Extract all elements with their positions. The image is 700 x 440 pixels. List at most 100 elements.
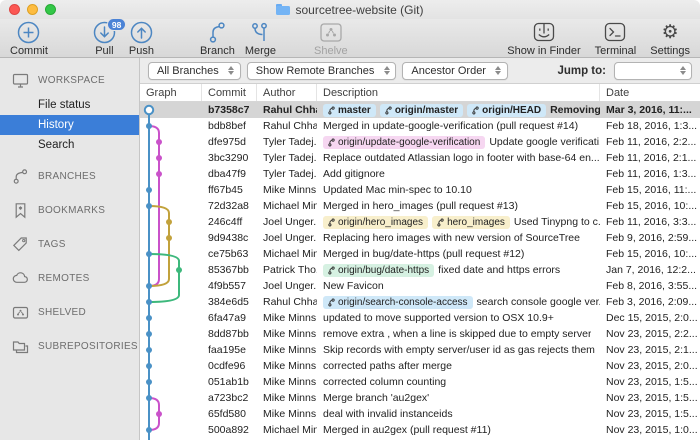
jump-to-combobox[interactable] bbox=[614, 62, 692, 80]
table-row[interactable]: ff67b45Mike Minns...Updated Mac min-spec… bbox=[140, 182, 700, 198]
commit-hash: ce75b63 bbox=[202, 246, 257, 262]
commit-author: Mike Minns... bbox=[257, 406, 317, 422]
table-row[interactable]: dba47f9Tyler Tadej...Add gitignoreFeb 11… bbox=[140, 166, 700, 182]
sidebar-item-label: File status bbox=[38, 99, 90, 111]
sidebar: WORKSPACE File status History Search BRA… bbox=[0, 58, 140, 440]
commit-author: Mike Minns... bbox=[257, 358, 317, 374]
chevron-updown-icon bbox=[381, 66, 392, 75]
zoom-button[interactable] bbox=[45, 4, 56, 15]
column-header-author[interactable]: Author bbox=[257, 84, 317, 101]
graph-cell bbox=[140, 310, 202, 326]
commit-date: Feb 8, 2016, 3:55... bbox=[600, 278, 700, 294]
table-row[interactable]: 051ab1bMike Minns...corrected column cou… bbox=[140, 374, 700, 390]
shelve-button[interactable]: Shelve bbox=[314, 20, 348, 57]
table-row[interactable]: 85367bbPatrick Tho...origin/bug/date-htt… bbox=[140, 262, 700, 278]
sidebar-section-label: BRANCHES bbox=[38, 171, 96, 182]
table-row[interactable]: 3bc3290Tyler Tadej...Replace outdated At… bbox=[140, 150, 700, 166]
sidebar-section-branches[interactable]: BRANCHES bbox=[0, 161, 139, 191]
commit-date: Nov 23, 2015, 2:1... bbox=[600, 342, 700, 358]
sidebar-section-shelved[interactable]: SHELVED bbox=[0, 297, 139, 327]
table-row[interactable]: 0cdfe96Mike Minns...corrected paths afte… bbox=[140, 358, 700, 374]
table-row[interactable]: dfe975dTyler Tadej...origin/update-googl… bbox=[140, 134, 700, 150]
commit-button[interactable]: Commit bbox=[10, 20, 48, 57]
commit-hash: 500a892 bbox=[202, 422, 257, 438]
commit-description: Replace outdated Atlassian logo in foote… bbox=[317, 150, 600, 166]
sidebar-item-label: History bbox=[38, 119, 74, 131]
commit-date: Feb 11, 2016, 2:1... bbox=[600, 150, 700, 166]
branch-button[interactable]: Branch bbox=[200, 20, 235, 57]
settings-button[interactable]: ⚙ Settings bbox=[650, 20, 690, 57]
settings-label: Settings bbox=[650, 45, 690, 57]
commit-message: Replace outdated Atlassian logo in foote… bbox=[323, 152, 600, 164]
commit-date: Nov 23, 2015, 1:5... bbox=[600, 374, 700, 390]
commit-message: Replacing hero images with new version o… bbox=[323, 232, 580, 244]
branch-badge: origin/bug/date-https bbox=[323, 264, 434, 277]
merge-button[interactable]: Merge bbox=[245, 20, 276, 57]
table-row[interactable]: 9d9438cJoel Unger...Replacing hero image… bbox=[140, 230, 700, 246]
graph-cell bbox=[140, 150, 202, 166]
table-row[interactable]: ce75b63Michael Min...Merged in bug/date-… bbox=[140, 246, 700, 262]
commit-date: Mar 3, 2016, 11:... bbox=[600, 102, 700, 118]
pull-icon: 98 bbox=[92, 20, 117, 45]
table-row[interactable]: bdb8befRahul Chhab...Merged in update-go… bbox=[140, 118, 700, 134]
table-row[interactable]: 72d32a8Michael Min...Merged in hero_imag… bbox=[140, 198, 700, 214]
graph-cell bbox=[140, 294, 202, 310]
graph-cell bbox=[140, 262, 202, 278]
table-header: Graph Commit Author Description Date bbox=[140, 84, 700, 102]
graph-cell bbox=[140, 230, 202, 246]
column-header-description[interactable]: Description bbox=[317, 84, 600, 101]
cloud-icon bbox=[12, 270, 29, 287]
commit-icon bbox=[16, 20, 41, 45]
commit-author: Rahul Chha... bbox=[257, 102, 317, 118]
commit-date: Feb 15, 2016, 11:... bbox=[600, 182, 700, 198]
commit-hash: 051ab1b bbox=[202, 374, 257, 390]
pull-button[interactable]: 98 Pull bbox=[92, 20, 117, 57]
graph-cell bbox=[140, 406, 202, 422]
branch-filter-dropdown[interactable]: All Branches bbox=[148, 62, 241, 80]
table-row[interactable]: faa195eMike Minns...Skip records with em… bbox=[140, 342, 700, 358]
commit-description: origin/hero_imageshero_imagesUsed Tinypn… bbox=[317, 214, 600, 230]
show-in-finder-button[interactable]: Show in Finder bbox=[507, 20, 580, 57]
minimize-button[interactable] bbox=[27, 4, 38, 15]
commit-message: Skip records with empty server/user id a… bbox=[323, 344, 595, 356]
column-header-date[interactable]: Date bbox=[600, 84, 700, 101]
graph-cell bbox=[140, 278, 202, 294]
table-row[interactable]: 500a892Michael Min...Merged in au2gex (p… bbox=[140, 422, 700, 438]
commit-description: Merged in hero_images (pull request #13) bbox=[317, 198, 600, 214]
commit-description: origin/bug/date-httpsfixed date and http… bbox=[317, 262, 600, 278]
table-row[interactable]: b7358c7Rahul Chha...masterorigin/mastero… bbox=[140, 102, 700, 118]
sidebar-item-label: Search bbox=[38, 139, 74, 151]
sidebar-section-tags[interactable]: TAGS bbox=[0, 229, 139, 259]
bookmark-icon bbox=[12, 202, 29, 219]
sidebar-section-remotes[interactable]: REMOTES bbox=[0, 263, 139, 293]
table-row[interactable]: 384e6d5Rahul Chhab...origin/search-conso… bbox=[140, 294, 700, 310]
table-row[interactable]: 4f9b557Joel Unger...New FaviconFeb 8, 20… bbox=[140, 278, 700, 294]
commit-author: Michael Min... bbox=[257, 246, 317, 262]
table-row[interactable]: 6fa47a9Mike Minns...updated to move supp… bbox=[140, 310, 700, 326]
push-button[interactable]: Push bbox=[129, 20, 154, 57]
commit-date: Feb 3, 2016, 2:09... bbox=[600, 294, 700, 310]
sidebar-section-subrepositories[interactable]: SUBREPOSITORIES bbox=[0, 331, 139, 361]
commit-hash: ff67b45 bbox=[202, 182, 257, 198]
sidebar-item-file-status[interactable]: File status bbox=[0, 95, 139, 115]
sidebar-item-search[interactable]: Search bbox=[0, 135, 139, 155]
table-row[interactable]: 65fd580Mike Minns...deal with invalid in… bbox=[140, 406, 700, 422]
remote-filter-dropdown[interactable]: Show Remote Branches bbox=[247, 62, 397, 80]
sidebar-item-history[interactable]: History bbox=[0, 115, 139, 135]
table-row[interactable]: 246c4ffJoel Unger...origin/hero_imageshe… bbox=[140, 214, 700, 230]
table-row[interactable]: a723bc2Mike Minns...Merge branch 'au2gex… bbox=[140, 390, 700, 406]
column-header-commit[interactable]: Commit bbox=[202, 84, 257, 101]
sidebar-section-bookmarks[interactable]: BOOKMARKS bbox=[0, 195, 139, 225]
jump-to-label: Jump to: bbox=[557, 65, 608, 77]
window-title: sourcetree-website (Git) bbox=[295, 3, 423, 17]
close-button[interactable] bbox=[9, 4, 20, 15]
terminal-button[interactable]: Terminal bbox=[595, 20, 637, 57]
graph-cell bbox=[140, 422, 202, 438]
table-row[interactable]: 8dd87bbMike Minns...remove extra , when … bbox=[140, 326, 700, 342]
commit-description: Skip records with empty server/user id a… bbox=[317, 342, 600, 358]
column-header-graph[interactable]: Graph bbox=[140, 84, 202, 101]
order-filter-value: Ancestor Order bbox=[411, 65, 486, 77]
order-filter-dropdown[interactable]: Ancestor Order bbox=[402, 62, 508, 80]
tag-icon bbox=[12, 236, 29, 253]
sidebar-section-workspace[interactable]: WORKSPACE bbox=[0, 65, 139, 95]
